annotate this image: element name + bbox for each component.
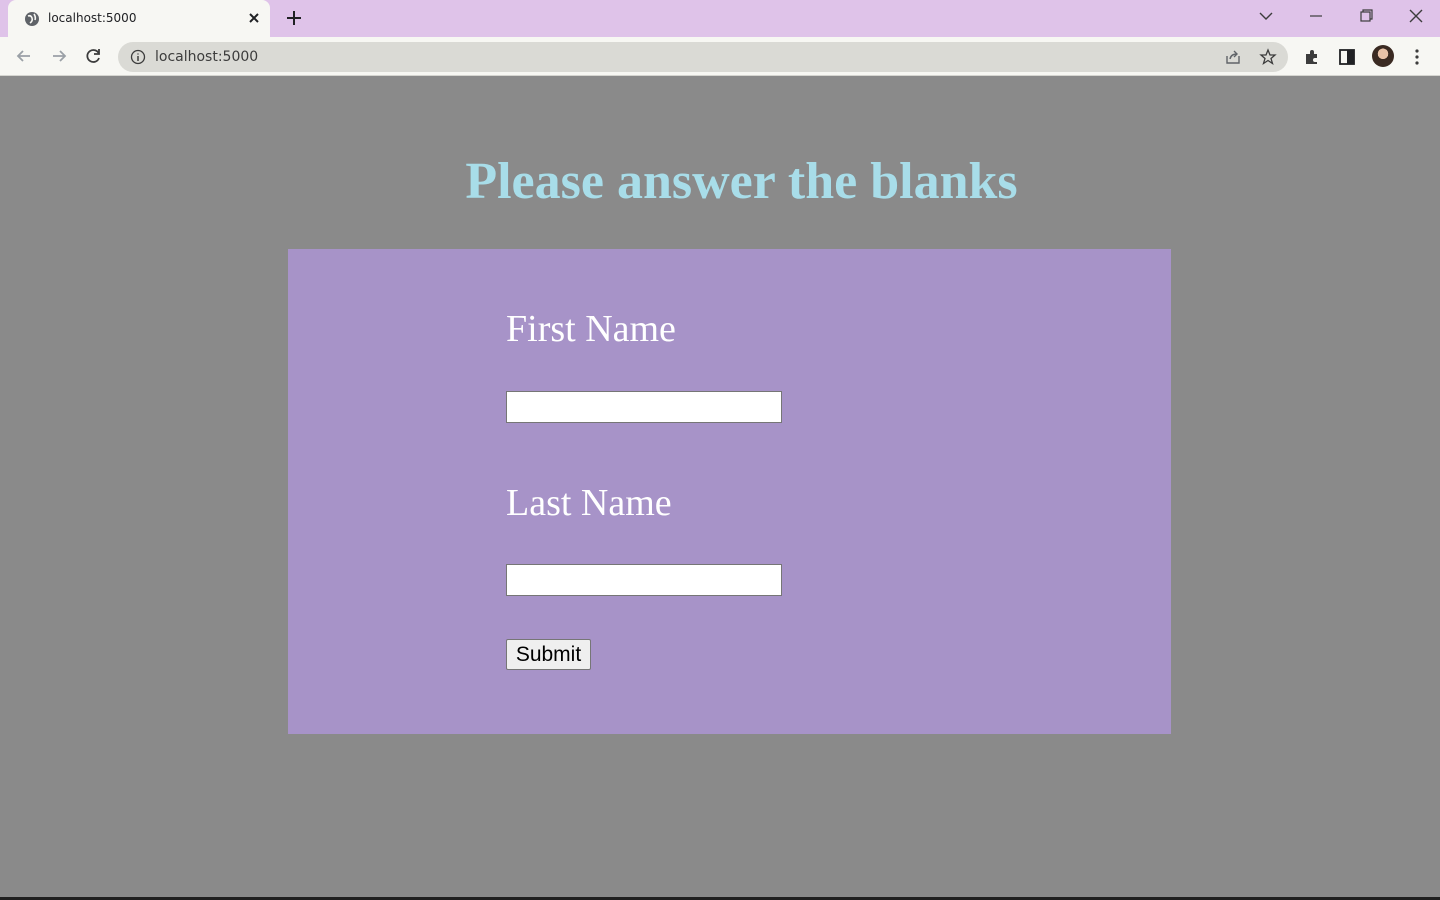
first-name-input[interactable] [506,391,782,423]
first-name-label: First Name [506,308,676,350]
tab-strip: localhost:5000 [0,0,1440,37]
reload-icon[interactable] [84,46,104,66]
last-name-label: Last Name [506,482,672,524]
extensions-icon[interactable] [1302,47,1322,67]
close-tab-icon[interactable] [245,9,263,27]
tab-search-icon[interactable] [1254,6,1278,26]
bookmark-star-icon[interactable] [1259,48,1277,66]
globe-icon [25,12,39,26]
browser-toolbar: localhost:5000 [0,37,1440,76]
submit-button[interactable]: Submit [506,639,591,670]
page-viewport: Please answer the blanks First Name Last… [0,77,1440,900]
share-icon[interactable] [1224,48,1242,66]
last-name-input[interactable] [506,564,782,596]
new-tab-icon[interactable] [284,8,304,28]
tab-title: localhost:5000 [48,11,137,25]
minimize-icon[interactable] [1304,6,1328,26]
forward-icon[interactable] [49,46,69,66]
side-panel-icon[interactable] [1337,47,1357,67]
url-text[interactable]: localhost:5000 [155,49,258,65]
menu-kebab-icon[interactable] [1407,47,1427,67]
profile-avatar[interactable] [1372,45,1394,67]
close-window-icon[interactable] [1404,6,1428,26]
page-title: Please answer the blanks [465,153,1018,210]
browser-tab[interactable]: localhost:5000 [8,0,270,37]
address-bar[interactable]: localhost:5000 [118,42,1288,72]
form-card: First Name Last Name Submit [288,249,1171,734]
back-icon[interactable] [14,46,34,66]
restore-icon[interactable] [1354,6,1378,26]
site-info-icon[interactable] [130,49,146,65]
